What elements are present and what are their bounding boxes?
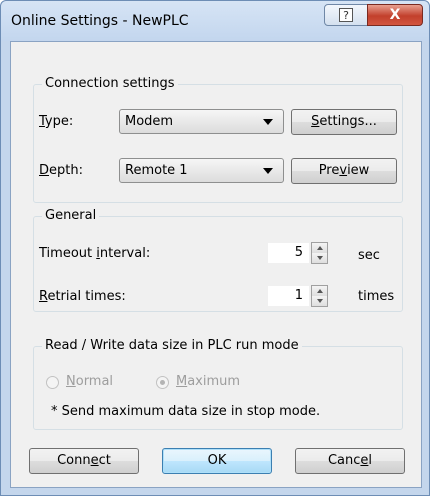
retrial-times-input[interactable]: 1 [267,285,310,307]
timeout-unit-label: sec [358,248,380,263]
ok-button[interactable]: OK [162,448,272,474]
retrial-unit-label: times [358,289,395,304]
title-bar[interactable]: Online Settings - NewPLC ? X [1,1,429,41]
chevron-down-icon [263,168,273,174]
normal-radio[interactable] [46,376,59,389]
retrial-times-stepper[interactable] [311,285,328,307]
spin-down-icon[interactable] [312,296,327,306]
settings-button[interactable]: Settings... [291,109,397,135]
connect-button[interactable]: Connect [29,448,139,474]
timeout-interval-stepper[interactable] [311,242,328,264]
connection-settings-label: Connection settings [42,76,178,91]
type-select[interactable]: Modem [119,109,284,134]
window-title: Online Settings - NewPLC [11,13,189,29]
close-button[interactable]: X [367,4,423,26]
type-label: Type: [39,114,74,129]
maximum-radio-label: Maximum [176,374,241,389]
normal-radio-label: Normal [66,374,114,389]
general-label: General [42,208,100,223]
depth-select[interactable]: Remote 1 [119,158,284,183]
type-select-value: Modem [125,114,174,129]
cancel-button[interactable]: Cancel [295,448,405,474]
radio-selected-dot [160,380,165,385]
online-settings-dialog: Online Settings - NewPLC ? X Connection … [0,0,430,496]
help-icon: ? [339,8,353,22]
read-write-label: Read / Write data size in PLC run mode [42,338,302,353]
depth-label: Depth: [39,163,83,178]
maximum-radio[interactable] [156,376,169,389]
timeout-interval-input[interactable]: 5 [267,242,310,264]
retrial-times-label: Retrial times: [39,289,126,304]
preview-button[interactable]: Preview [291,158,397,184]
spin-down-icon[interactable] [312,253,327,263]
connection-settings-group: Connection settings [33,76,403,203]
close-icon: X [389,7,401,23]
dialog-body: Connection settings Type: Modem Settings… [10,41,422,488]
chevron-down-icon [263,119,273,125]
stop-mode-note: * Send maximum data size in stop mode. [51,404,321,419]
timeout-interval-label: Timeout interval: [39,246,151,261]
help-button[interactable]: ? [324,4,368,26]
depth-select-value: Remote 1 [125,163,188,178]
